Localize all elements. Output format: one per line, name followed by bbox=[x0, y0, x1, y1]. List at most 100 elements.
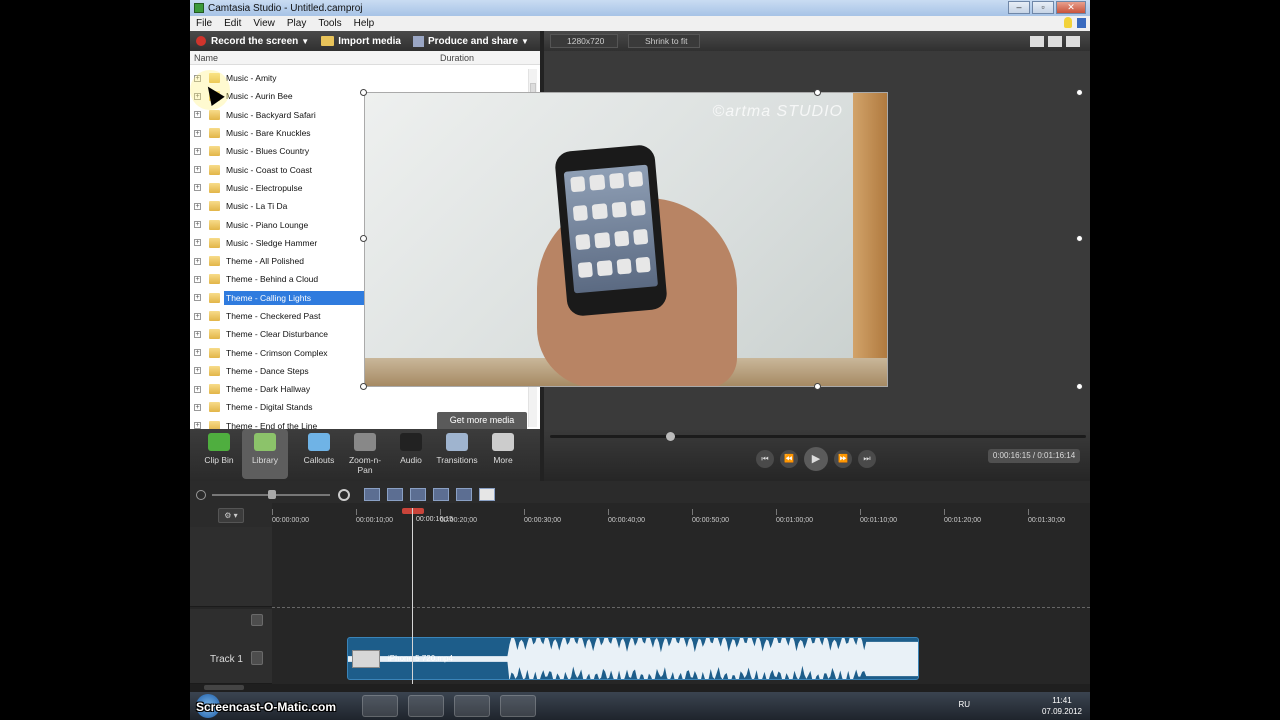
tab-label: Zoom-n-Pan bbox=[348, 455, 382, 475]
paste-icon[interactable] bbox=[479, 488, 495, 501]
timeline-scrollbar[interactable] bbox=[190, 684, 1090, 692]
ruler-tick bbox=[860, 509, 861, 515]
zoom-in-icon[interactable] bbox=[338, 489, 350, 501]
close-button[interactable]: ✕ bbox=[1056, 1, 1086, 14]
expand-icon[interactable]: + bbox=[194, 221, 201, 229]
record-screen-button[interactable]: Record the screen ▼ bbox=[190, 31, 315, 51]
minimize-button[interactable]: – bbox=[1008, 1, 1030, 14]
expand-icon[interactable]: + bbox=[194, 403, 201, 411]
resize-handle[interactable] bbox=[360, 235, 367, 242]
detach-icon[interactable] bbox=[1030, 35, 1044, 47]
get-more-media-button[interactable]: Get more media bbox=[437, 412, 527, 429]
folder-icon bbox=[209, 237, 220, 248]
expand-icon[interactable]: + bbox=[194, 294, 201, 302]
import-media-button[interactable]: Import media bbox=[315, 31, 407, 51]
library-item[interactable]: + Music - Amity bbox=[190, 69, 530, 87]
expand-icon[interactable]: + bbox=[194, 275, 201, 283]
menu-play[interactable]: Play bbox=[287, 18, 306, 29]
resize-handle[interactable] bbox=[1076, 89, 1083, 96]
fast-forward-button[interactable]: ⏩ bbox=[834, 450, 852, 468]
timeline-ruler[interactable]: 00:00:00;00 00:00:10;00 00:00:20;00 00:00:3… bbox=[272, 503, 1090, 527]
expand-icon[interactable]: + bbox=[194, 367, 201, 375]
scrubber-knob[interactable] bbox=[666, 432, 675, 441]
produce-share-button[interactable]: Produce and share ▼ bbox=[407, 31, 535, 51]
camtasia-app-icon bbox=[194, 3, 204, 13]
copy-icon[interactable] bbox=[456, 488, 472, 501]
resize-handle[interactable] bbox=[814, 383, 821, 390]
menu-view[interactable]: View bbox=[253, 18, 275, 29]
next-button[interactable]: ⏭ bbox=[858, 450, 876, 468]
expand-icon[interactable]: + bbox=[194, 202, 201, 210]
resize-handle[interactable] bbox=[360, 383, 367, 390]
menu-tools[interactable]: Tools bbox=[318, 18, 341, 29]
timeline-clip[interactable]: iPhone 5 720.mp4 bbox=[347, 637, 919, 680]
track-lock-icon[interactable] bbox=[251, 651, 263, 665]
lightbulb-icon[interactable] bbox=[1064, 17, 1072, 28]
resize-handle[interactable] bbox=[814, 89, 821, 96]
language-indicator[interactable]: RU bbox=[958, 700, 970, 709]
playback-controls: ⏮ ⏪ ▶ ⏩ ⏭ 0:00:16:15 / 0:01:16:14 bbox=[544, 429, 1090, 481]
expand-icon[interactable]: + bbox=[194, 147, 201, 155]
column-duration[interactable]: Duration bbox=[440, 53, 474, 63]
tab-clip-bin[interactable]: Clip Bin bbox=[196, 429, 242, 479]
resize-handle[interactable] bbox=[1076, 235, 1083, 242]
system-clock[interactable]: 11:41 07.09.2012 bbox=[1042, 695, 1082, 717]
maximize-button[interactable]: ▫ bbox=[1032, 1, 1054, 14]
restore-icon[interactable] bbox=[1048, 35, 1062, 47]
folder-icon bbox=[209, 219, 220, 230]
add-track-button[interactable] bbox=[251, 614, 263, 626]
timeline-settings-button[interactable]: ⚙ ▾ bbox=[218, 508, 244, 523]
skype-taskbar-icon[interactable] bbox=[362, 695, 398, 717]
resize-handle[interactable] bbox=[360, 89, 367, 96]
tab-label: Audio bbox=[400, 455, 422, 465]
ruler-tick bbox=[692, 509, 693, 515]
resolution-dropdown[interactable]: 1280x720 bbox=[550, 34, 618, 48]
playhead-marker[interactable] bbox=[402, 508, 424, 514]
split-icon[interactable] bbox=[433, 488, 449, 501]
cut-icon[interactable] bbox=[410, 488, 426, 501]
tab-library[interactable]: Library bbox=[242, 429, 288, 479]
expand-icon[interactable]: + bbox=[194, 239, 201, 247]
redo-icon[interactable] bbox=[387, 488, 403, 501]
expand-icon[interactable]: + bbox=[194, 312, 201, 320]
menu-help[interactable]: Help bbox=[354, 18, 375, 29]
expand-icon[interactable]: + bbox=[194, 257, 201, 265]
expand-icon[interactable]: + bbox=[194, 385, 201, 393]
fullscreen-icon[interactable] bbox=[1066, 35, 1080, 47]
column-name[interactable]: Name bbox=[194, 53, 218, 63]
expand-icon[interactable]: + bbox=[194, 184, 201, 192]
camtasia-taskbar-icon[interactable] bbox=[500, 695, 536, 717]
tab-more[interactable]: More bbox=[480, 429, 526, 479]
expand-icon[interactable]: + bbox=[194, 349, 201, 357]
playback-scrubber[interactable] bbox=[550, 432, 1086, 441]
video-preview[interactable]: ©artma STUDIO bbox=[364, 92, 888, 387]
tab-audio[interactable]: Audio bbox=[388, 429, 434, 479]
menu-file[interactable]: File bbox=[196, 18, 212, 29]
folder-icon bbox=[209, 182, 220, 193]
expand-icon[interactable] bbox=[1077, 18, 1086, 28]
play-button[interactable]: ▶ bbox=[804, 447, 828, 471]
zoom-dropdown[interactable]: Shrink to fit bbox=[628, 34, 700, 48]
folder-icon bbox=[209, 384, 220, 395]
task-tabs: Clip Bin Library Callouts Zoom-n-Pan Audio Tr… bbox=[190, 429, 540, 481]
recorder-taskbar-icon[interactable] bbox=[454, 695, 490, 717]
expand-icon[interactable]: + bbox=[194, 166, 201, 174]
resize-handle[interactable] bbox=[1076, 383, 1083, 390]
playhead-line[interactable] bbox=[412, 508, 413, 688]
utorrent-taskbar-icon[interactable] bbox=[408, 695, 444, 717]
undo-icon[interactable] bbox=[364, 488, 380, 501]
tab-callouts[interactable]: Callouts bbox=[296, 429, 342, 479]
expand-icon[interactable]: + bbox=[194, 129, 201, 137]
previous-button[interactable]: ⏮ bbox=[756, 450, 774, 468]
timeline-zoom-slider[interactable] bbox=[212, 490, 330, 499]
tab-zoom-n-pan[interactable]: Zoom-n-Pan bbox=[342, 429, 388, 479]
expand-icon[interactable]: + bbox=[194, 330, 201, 338]
phone-screen bbox=[563, 164, 659, 294]
menu-edit[interactable]: Edit bbox=[224, 18, 241, 29]
zoom-out-icon[interactable] bbox=[196, 490, 206, 500]
tab-transitions[interactable]: Transitions bbox=[434, 429, 480, 479]
expand-icon[interactable]: + bbox=[194, 111, 201, 119]
library-item-label: Music - Aurin Bee bbox=[226, 91, 293, 102]
library-item-label: Music - Coast to Coast bbox=[226, 164, 312, 175]
rewind-button[interactable]: ⏪ bbox=[780, 450, 798, 468]
